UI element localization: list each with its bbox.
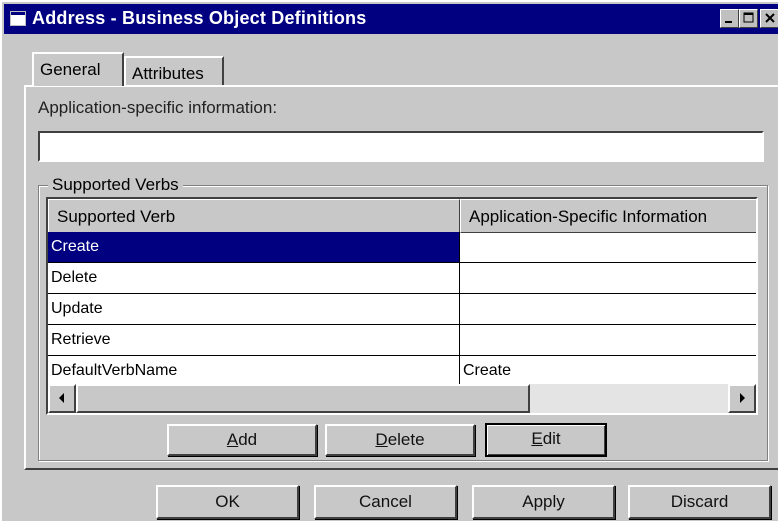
delete-button-text-post: elete <box>387 430 425 449</box>
horizontal-scrollbar[interactable] <box>48 384 756 413</box>
scroll-right-button[interactable] <box>728 384 756 413</box>
column-header-info[interactable]: Application-Specific Information <box>460 199 756 233</box>
info-cell[interactable] <box>460 325 756 356</box>
edit-verb-button[interactable]: Edit <box>485 423 607 457</box>
tab-general-label: General <box>40 60 101 79</box>
arrow-right-icon <box>740 393 745 403</box>
window-icon <box>10 11 26 26</box>
tab-attributes[interactable]: Attributes <box>124 56 224 86</box>
verbs-grid[interactable]: Supported Verb Application-Specific Info… <box>46 197 758 415</box>
cancel-button[interactable]: Cancel <box>314 485 457 519</box>
column-header-verb[interactable]: Supported Verb <box>48 199 460 233</box>
tab-attributes-label: Attributes <box>132 64 204 83</box>
arrow-left-icon <box>59 393 64 403</box>
add-button-text-post: dd <box>238 430 258 449</box>
scroll-left-button[interactable] <box>48 384 76 413</box>
info-cell[interactable] <box>460 232 756 263</box>
delete-verb-button[interactable]: Delete <box>325 424 475 456</box>
dialog-window: Address - Business Object Definitions Ge… <box>0 0 778 521</box>
verb-cell[interactable]: Update <box>48 294 460 325</box>
window-title: Address - Business Object Definitions <box>32 8 367 28</box>
verb-cell[interactable]: Create <box>48 232 460 263</box>
scroll-thumb[interactable] <box>76 384 530 413</box>
edit-button-accel: E <box>531 429 543 448</box>
add-button-accel: A <box>226 430 239 449</box>
close-icon[interactable] <box>760 9 778 28</box>
info-cell[interactable]: Create <box>460 356 756 387</box>
discard-button[interactable]: Discard <box>628 485 771 519</box>
tab-general[interactable]: General <box>32 52 124 86</box>
apply-button[interactable]: Apply <box>472 485 615 519</box>
title-bar[interactable]: Address - Business Object Definitions <box>4 4 778 34</box>
ok-button[interactable]: OK <box>156 485 299 519</box>
info-cell[interactable] <box>460 294 756 325</box>
verb-cell[interactable]: DefaultVerbName <box>48 356 460 387</box>
supported-verbs-title: Supported Verbs <box>48 175 183 195</box>
maximize-icon[interactable] <box>739 9 758 28</box>
edit-button-text-post: dit <box>542 429 561 448</box>
app-info-label: Application-specific information: <box>38 98 278 117</box>
add-verb-button[interactable]: Add <box>167 424 317 456</box>
minimize-icon[interactable] <box>720 9 739 28</box>
verb-cell[interactable]: Delete <box>48 263 460 294</box>
delete-button-accel: D <box>375 430 388 449</box>
info-cell[interactable] <box>460 263 756 294</box>
app-info-input[interactable] <box>38 131 764 162</box>
verb-cell[interactable]: Retrieve <box>48 325 460 356</box>
